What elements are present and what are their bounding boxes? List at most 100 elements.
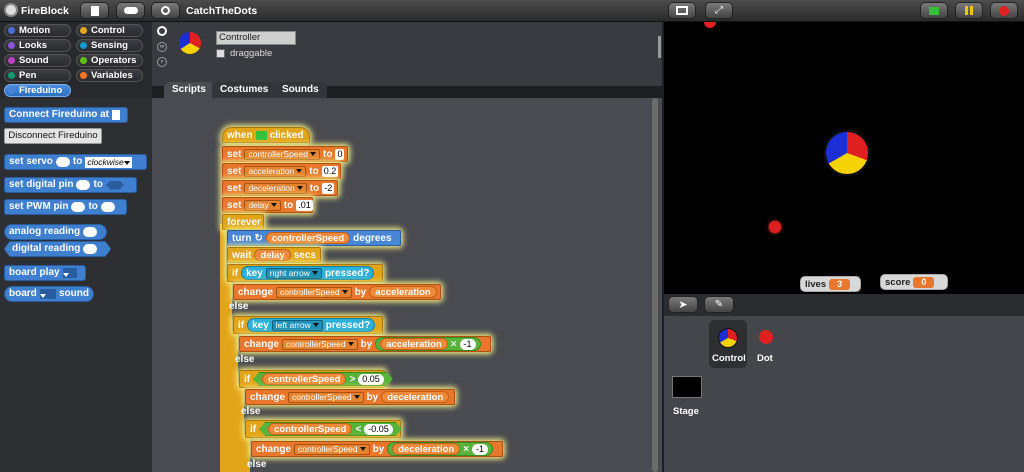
category-pen[interactable]: Pen (4, 69, 71, 82)
key-right-pressed-boolean[interactable]: key right arrow pressed? (241, 266, 375, 280)
forever-block[interactable]: forever (222, 214, 264, 230)
if-left-arrow-block[interactable]: if key left arrow pressed? (233, 316, 383, 334)
threshold-input[interactable]: -0.05 (364, 424, 393, 435)
key-dropdown[interactable]: left arrow (271, 319, 323, 331)
acceleration-reporter[interactable]: acceleration (380, 338, 448, 350)
tab-costumes[interactable]: Costumes (212, 82, 277, 98)
variable-dropdown[interactable]: acceleration (244, 165, 307, 177)
speed-value-input[interactable]: 0 (335, 148, 345, 160)
change-speed-decel-neg-block[interactable]: change controllerSpeed by deceleration × -1 (251, 441, 503, 457)
stage-thumbnail[interactable] (672, 376, 702, 398)
set-acceleration-block[interactable]: set acceleration to 0.2 (222, 163, 341, 179)
if-speed-lt-block[interactable]: if controllerSpeed < -0.05 (245, 420, 401, 438)
dot-sprite[interactable] (769, 221, 781, 233)
dot-sprite-top[interactable] (704, 22, 716, 28)
set-digital-pin-block[interactable]: set digital pin to (4, 177, 137, 193)
servo-input[interactable] (55, 157, 70, 167)
pwm-value-input[interactable] (100, 202, 115, 212)
pwm-pin-input[interactable] (71, 202, 86, 212)
change-speed-accel-block[interactable]: change controllerSpeed by acceleration (233, 284, 441, 300)
stage-size-button[interactable] (668, 2, 696, 19)
controller-sprite[interactable] (824, 130, 870, 176)
delay-value-input[interactable]: .01 (296, 199, 313, 211)
variable-dropdown[interactable]: controllerSpeed (276, 286, 352, 298)
pin-input[interactable] (76, 180, 91, 190)
category-operators[interactable]: Operators (76, 54, 143, 67)
pause-button[interactable] (955, 2, 983, 19)
direction-dropdown[interactable]: clockwise (85, 156, 132, 168)
variable-dropdown[interactable]: controllerSpeed (244, 148, 320, 160)
boolean-slot[interactable] (105, 180, 124, 190)
dot-thumbnail[interactable] (759, 330, 773, 344)
new-file-button[interactable] (80, 2, 109, 19)
set-controllerSpeed-block[interactable]: set controllerSpeed to 0 (222, 146, 348, 162)
variable-dropdown[interactable]: controllerSpeed (294, 443, 370, 455)
set-delay-block[interactable]: set delay to .01 (222, 197, 313, 213)
scripts-scrollbar[interactable] (652, 98, 658, 472)
digital-reading-block[interactable]: digital reading (4, 241, 111, 257)
category-variables[interactable]: Variables (76, 69, 143, 82)
multiply-operator[interactable]: deceleration × -1 (387, 442, 494, 456)
variable-dropdown[interactable]: delay (244, 199, 281, 211)
digital-pin-input[interactable] (83, 244, 97, 254)
change-speed-decel-block[interactable]: change controllerSpeed by deceleration (245, 389, 455, 405)
green-flag-button[interactable] (920, 2, 948, 19)
key-left-pressed-boolean[interactable]: key left arrow pressed? (247, 318, 376, 332)
threshold-input[interactable]: 0.05 (358, 374, 384, 385)
new-sprite-button[interactable]: ➤ (668, 296, 698, 313)
stage[interactable]: lives 3 score 0 (664, 22, 1024, 294)
cloud-button[interactable] (116, 2, 145, 19)
category-sensing[interactable]: Sensing (76, 39, 143, 52)
acceleration-reporter[interactable]: acceleration (369, 286, 437, 298)
rotate-lr-icon[interactable]: ‹› (157, 42, 167, 52)
board-sound-block[interactable]: board sound (4, 286, 94, 302)
variable-dropdown[interactable]: controllerSpeed (288, 391, 364, 403)
paint-sprite-button[interactable]: ✎ (704, 296, 734, 313)
if-speed-gt-block[interactable]: if controllerSpeed >0.05 (239, 370, 385, 388)
decel-value-input[interactable]: -2 (322, 182, 335, 194)
delay-reporter[interactable]: delay (254, 249, 291, 261)
less-than-operator[interactable]: controllerSpeed < -0.05 (259, 422, 402, 436)
board-sound-dropdown[interactable] (39, 289, 56, 299)
draggable-checkbox[interactable] (216, 49, 225, 58)
category-motion[interactable]: Motion (4, 24, 71, 37)
connect-fireduino-block[interactable]: Connect Fireduino at (4, 107, 128, 123)
tab-scripts[interactable]: Scripts (164, 82, 214, 98)
rotate-all-icon[interactable] (157, 26, 167, 36)
board-play-block[interactable]: board play (4, 265, 86, 281)
key-dropdown[interactable]: right arrow (265, 267, 322, 279)
variable-dropdown[interactable]: deceleration (244, 182, 307, 194)
deceleration-reporter[interactable]: deceleration (381, 391, 450, 403)
category-control[interactable]: Control (76, 24, 143, 37)
deceleration-reporter[interactable]: deceleration (392, 443, 461, 455)
controllerSpeed-reporter[interactable]: controllerSpeed (265, 232, 351, 244)
category-sound[interactable]: Sound (4, 54, 71, 67)
analog-reading-block[interactable]: analog reading (4, 224, 107, 240)
accel-value-input[interactable]: 0.2 (321, 165, 339, 177)
presentation-button[interactable]: ⤢ (705, 2, 733, 19)
multiplier-input[interactable]: -1 (472, 443, 489, 455)
set-servo-block[interactable]: set servo to clockwise (4, 154, 147, 170)
change-speed-accel-neg-block[interactable]: change controllerSpeed by acceleration × -1 (239, 336, 491, 352)
when-flag-clicked-block[interactable]: when clicked (222, 127, 310, 143)
controllerSpeed-reporter[interactable]: controllerSpeed (268, 423, 352, 435)
stop-button[interactable] (990, 2, 1018, 19)
no-rotate-icon[interactable]: › (157, 57, 167, 67)
disconnect-fireduino-button[interactable]: Disconnect Fireduino (4, 128, 102, 144)
set-pwm-pin-block[interactable]: set PWM pin to (4, 199, 127, 215)
turn-block[interactable]: turn ↻ controllerSpeed degrees (227, 230, 401, 246)
variable-dropdown[interactable]: controllerSpeed (282, 338, 358, 350)
category-looks[interactable]: Looks (4, 39, 71, 52)
controllerSpeed-reporter[interactable]: controllerSpeed (262, 373, 346, 385)
if-right-arrow-block[interactable]: if key right arrow pressed? (227, 264, 383, 282)
port-input[interactable] (112, 110, 120, 120)
settings-button[interactable] (151, 2, 180, 19)
category-fireduino[interactable]: Fireduino (4, 84, 71, 97)
board-play-dropdown[interactable] (62, 268, 77, 278)
analog-pin-input[interactable] (83, 227, 98, 237)
multiplier-input[interactable]: -1 (459, 338, 476, 350)
sprite-name-field[interactable]: Controller (216, 31, 296, 45)
wait-block[interactable]: wait delay secs (227, 247, 321, 263)
multiply-operator[interactable]: acceleration × -1 (375, 337, 481, 351)
greater-than-operator[interactable]: controllerSpeed >0.05 (253, 372, 393, 386)
